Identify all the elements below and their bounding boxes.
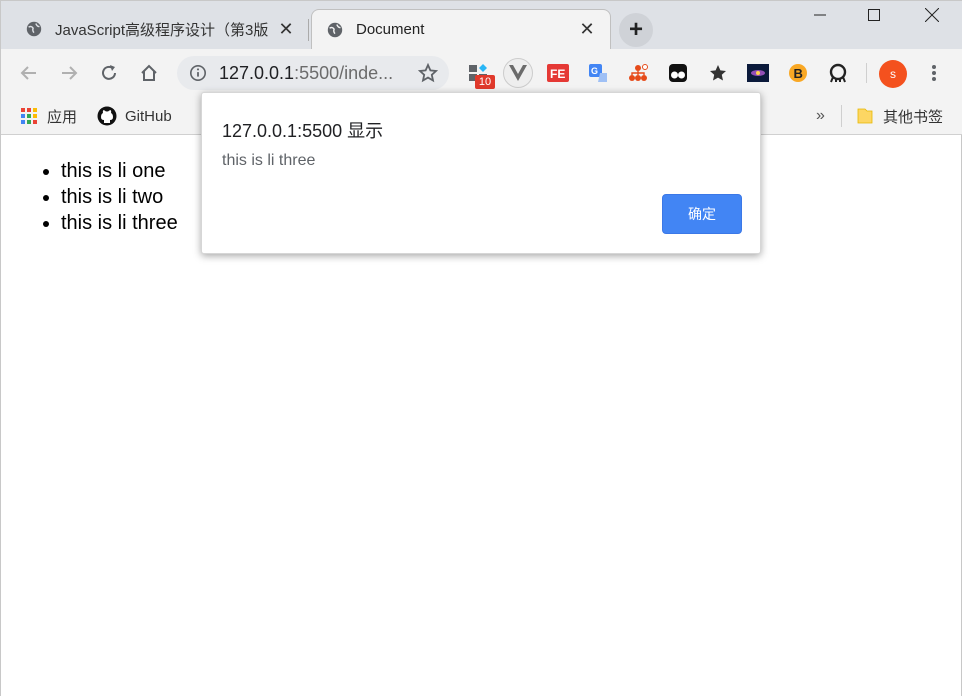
google-translate-icon[interactable]: G [587, 62, 609, 84]
home-icon [141, 64, 157, 81]
forward-button[interactable] [55, 59, 83, 87]
apps-grid-icon [21, 108, 37, 124]
bookmark-label: 应用 [47, 108, 78, 126]
tab-title: JavaScript高级程序设计（第3版 [55, 21, 269, 39]
toolbar-divider [866, 63, 867, 83]
close-window-icon [925, 8, 939, 22]
dialog-message: this is li three [222, 152, 316, 169]
arrow-left-icon [20, 66, 36, 80]
galaxy-extension-icon[interactable] [747, 62, 769, 84]
info-icon [189, 64, 207, 82]
arrow-right-icon [62, 66, 78, 80]
extension-badge: 10 [475, 75, 495, 89]
bookmark-github[interactable]: GitHub [97, 105, 172, 127]
menu-button[interactable] [923, 62, 945, 84]
list-item: this is li two [61, 184, 178, 210]
tab-strip: JavaScript高级程序设计（第3版 ✕ Document ✕ + [1, 1, 962, 49]
profile-avatar[interactable]: S [879, 60, 907, 88]
address-bar[interactable]: 127.0.0.1:5500/inde... [177, 56, 449, 90]
item-list: this is li one this is li two this is li… [61, 158, 178, 236]
kebab-menu-icon [932, 65, 936, 81]
new-tab-button[interactable]: + [619, 13, 653, 47]
alert-dialog: 127.0.0.1:5500 显示 this is li three 确定 [201, 92, 761, 254]
reload-button[interactable] [95, 59, 123, 87]
maximize-icon [868, 9, 880, 21]
home-button[interactable] [135, 59, 163, 87]
globe-icon [327, 22, 343, 37]
minimize-icon [814, 14, 826, 16]
bookmarks-overflow-button[interactable]: » [816, 105, 825, 127]
back-button[interactable] [15, 59, 43, 87]
minimize-button[interactable] [797, 1, 843, 29]
bookmark-label: GitHub [125, 107, 172, 125]
bookmark-star-icon[interactable] [417, 62, 439, 84]
star-extension-icon[interactable] [707, 62, 729, 84]
maximize-button[interactable] [851, 1, 897, 29]
vue-devtools-icon[interactable] [503, 58, 533, 88]
url-path: :5500/inde... [294, 62, 394, 83]
bookmark-apps[interactable]: 应用 [19, 105, 77, 127]
svg-text:G: G [591, 66, 598, 76]
sitemap-extension-icon[interactable] [627, 62, 649, 84]
tampermonkey-icon[interactable] [667, 62, 689, 84]
close-icon[interactable]: ✕ [578, 19, 596, 39]
ok-button[interactable]: 确定 [662, 194, 742, 234]
octotree-icon[interactable] [827, 62, 849, 84]
list-item: this is li one [61, 158, 178, 184]
svg-text:FE: FE [550, 67, 565, 81]
b-extension-icon[interactable]: B [787, 62, 809, 84]
tab-title: Document [356, 21, 425, 38]
tab-javascript-book[interactable]: JavaScript高级程序设计（第3版 ✕ [11, 9, 309, 49]
globe-icon [26, 21, 42, 37]
folder-icon [857, 108, 873, 124]
list-item: this is li three [61, 210, 178, 236]
bookmark-label: 其他书签 [883, 108, 944, 126]
overflow-chevron-icon: » [816, 107, 825, 124]
browser-window: JavaScript高级程序设计（第3版 ✕ Document ✕ + 127.… [0, 0, 962, 696]
reload-icon [102, 65, 116, 80]
dialog-title: 127.0.0.1:5500 显示 [222, 121, 384, 141]
close-icon[interactable]: ✕ [277, 19, 295, 39]
fe-helper-icon[interactable]: FE [547, 62, 569, 84]
url-text[interactable]: 127.0.0.1:5500/inde... [219, 63, 417, 84]
bookmark-other-folder[interactable]: 其他书签 [855, 105, 943, 127]
toolbar: 127.0.0.1:5500/inde... FE G B s [1, 49, 962, 97]
bookmarks-divider [841, 105, 842, 127]
github-icon [97, 106, 117, 126]
close-window-button[interactable] [909, 1, 955, 29]
url-host: 127.0.0.1 [219, 62, 295, 83]
profile-initial: S [890, 67, 896, 81]
tab-document[interactable]: Document ✕ [311, 9, 611, 49]
svg-text:B: B [794, 66, 803, 81]
